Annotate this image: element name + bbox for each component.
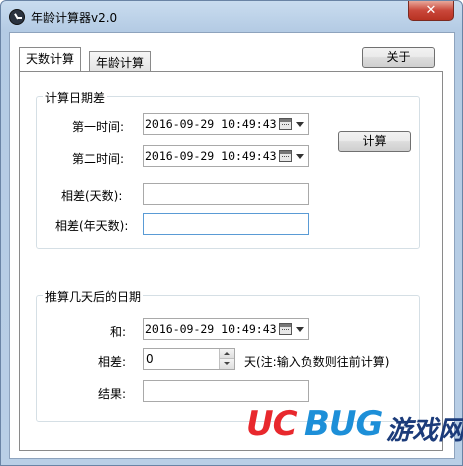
watermark-cn: 游戏网 [386,416,463,446]
base-date-label: 和: [110,325,127,339]
result-field[interactable] [143,380,309,402]
days-offset-value: 0 [146,352,154,366]
second-time-value: 2016-09-29 10:49:43 [145,149,277,163]
calendar-icon[interactable] [279,118,292,130]
clock-icon [9,9,25,25]
days-offset-label: 相差: [98,355,127,369]
date-forecast-group-title: 推算几天后的日期 [43,288,144,305]
date-diff-group-title: 计算日期差 [43,89,108,106]
tab-day-calc[interactable]: 天数计算 [19,47,82,71]
watermark-bug: BUG [304,404,383,444]
first-time-picker[interactable]: 2016-09-29 10:49:43 [143,113,309,135]
stepper-buttons [219,349,234,369]
chevron-down-icon[interactable] [296,122,304,127]
calculate-button[interactable]: 计算 [338,131,411,152]
base-date-value: 2016-09-29 10:49:43 [145,322,277,336]
second-time-label: 第二时间: [72,152,125,166]
stepper-up-icon[interactable] [220,349,234,359]
close-button[interactable]: ✕ [408,1,454,21]
window-title: 年龄计算器v2.0 [31,11,118,25]
diff-days-label: 相差(天数): [61,189,123,203]
days-offset-note: 天(注:输入负数则往前计算) [244,355,390,369]
about-button[interactable]: 关于 [362,47,435,68]
first-time-value: 2016-09-29 10:49:43 [145,117,277,131]
base-date-picker[interactable]: 2016-09-29 10:49:43 [143,318,309,340]
result-label: 结果: [98,387,127,401]
chevron-down-icon[interactable] [296,327,304,332]
tab-age-calc[interactable]: 年龄计算 [89,51,152,71]
title-bar[interactable]: 年龄计算器v2.0 ✕ [1,1,462,31]
first-time-label: 第一时间: [72,120,125,134]
chevron-down-icon[interactable] [296,154,304,159]
diff-days-field[interactable] [143,183,309,205]
calendar-icon[interactable] [279,323,292,335]
calendar-icon[interactable] [279,150,292,162]
diff-years-field[interactable] [143,213,309,235]
watermark-uc: UC [246,404,298,444]
days-offset-stepper[interactable]: 0 [143,348,235,370]
stepper-down-icon[interactable] [220,359,234,369]
second-time-picker[interactable]: 2016-09-29 10:49:43 [143,145,309,167]
diff-years-label: 相差(年天数): [55,219,129,233]
